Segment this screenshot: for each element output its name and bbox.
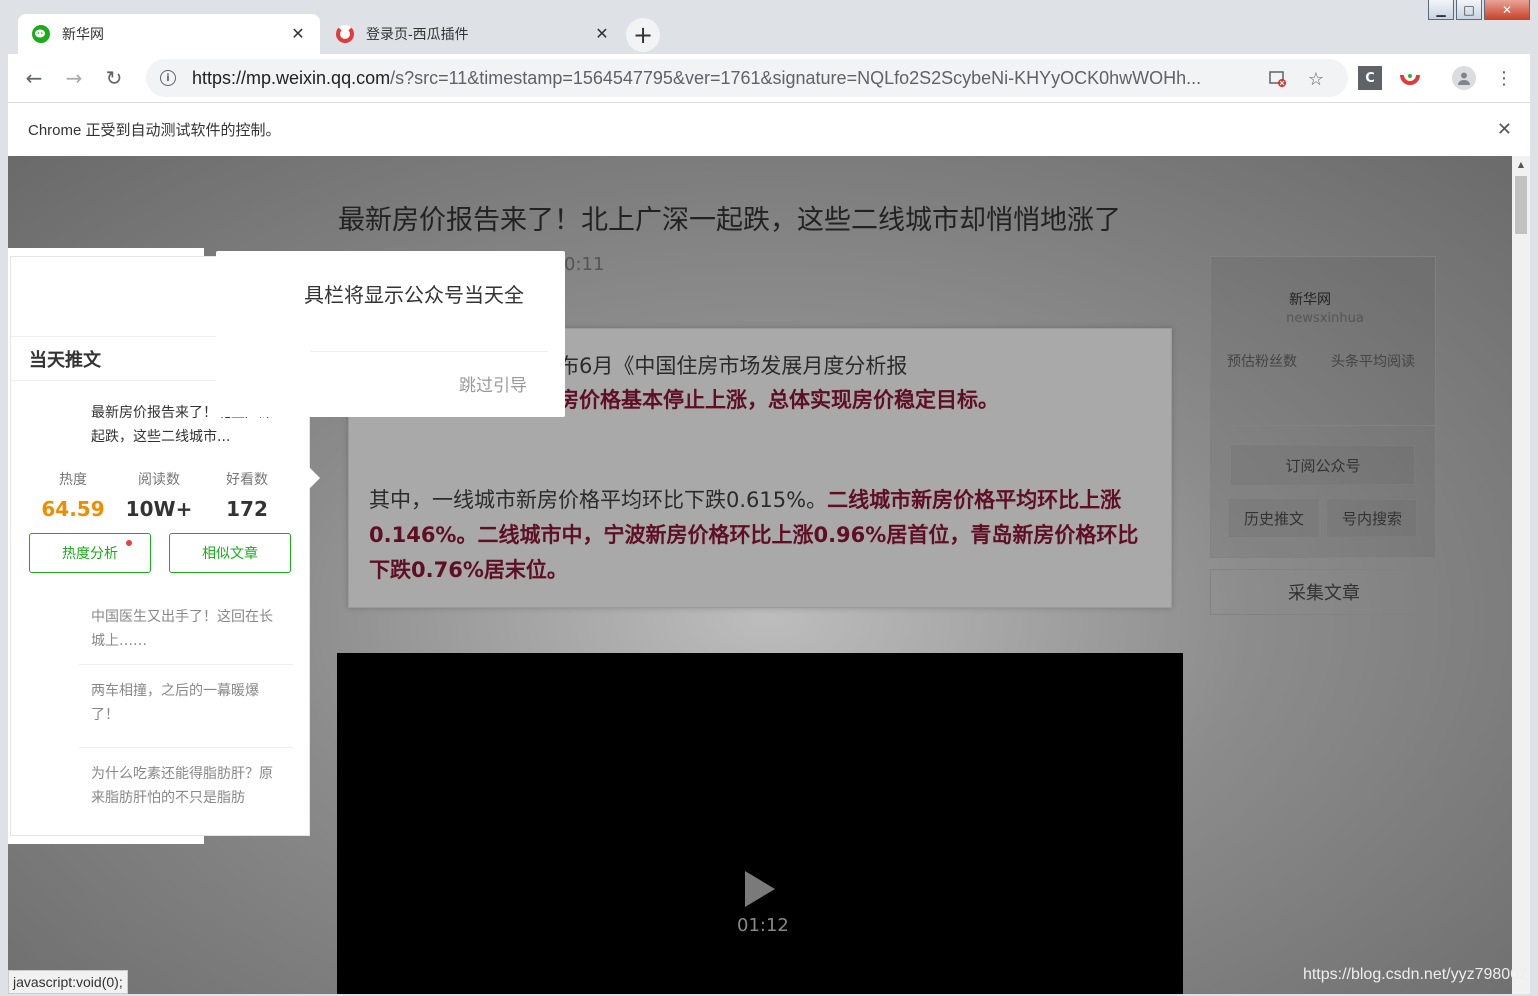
profile-avatar-icon[interactable] [1452, 66, 1476, 90]
automation-infobar: Chrome 正受到自动测试软件的控制。 ✕ [8, 102, 1530, 156]
forward-arrow-icon[interactable]: → [58, 62, 90, 94]
heat-analysis-button[interactable]: 热度分析 [29, 533, 151, 573]
list-item[interactable]: 两车相撞，之后的一幕暖爆了！ [79, 664, 293, 748]
back-arrow-icon[interactable]: ← [18, 62, 50, 94]
page-viewport: 最新房价报告来了！北上广深一起跌，这些二线城市却悄悄地涨了 0:11 院财经战略… [8, 156, 1530, 994]
list-item[interactable]: 中国医生又出手了！这回在长城上…… [79, 591, 293, 675]
infobar-close-icon[interactable]: ✕ [1497, 119, 1512, 140]
tab-xigua-login[interactable]: 登录页-西瓜插件 ✕ [322, 14, 624, 54]
avg-reads-label: 头条平均阅读 [1331, 354, 1415, 370]
scroll-up-icon[interactable]: ▲ [1512, 156, 1530, 172]
skip-guide-button[interactable]: 跳过引导 [459, 371, 527, 396]
watermark: https://blog.csdn.net/yyz798002 [1302, 966, 1528, 983]
page-scrollbar[interactable]: ▲ [1512, 156, 1530, 994]
tab-close-icon[interactable]: ✕ [290, 24, 306, 44]
divider [310, 351, 548, 352]
similar-articles-button[interactable]: 相似文章 [169, 533, 291, 573]
metric-likes: 好看数 172 [226, 472, 268, 521]
tab-strip: 新华网 ✕ 登录页-西瓜插件 ✕ + [8, 12, 1530, 54]
browser-window: ▁ □ ✕ 新华网 ✕ 登录页-西瓜插件 ✕ + ← → ↻ i https:/… [0, 0, 1538, 996]
tab-title: 新华网 [62, 26, 104, 42]
account-info-panel: 新华网 newsxinhua 预估粉丝数 头条平均阅读 订阅公众号 历史推文 号… [1210, 256, 1436, 558]
reload-icon[interactable]: ↻ [98, 62, 130, 94]
site-info-icon[interactable]: i [160, 70, 176, 86]
scrollbar-thumb[interactable] [1515, 176, 1527, 234]
panel-pointer [308, 466, 320, 490]
video-player[interactable]: 01:12 [337, 653, 1183, 994]
account-name: 新华网 [1289, 292, 1331, 308]
xigua-extension-icon[interactable] [1398, 66, 1422, 90]
list-item[interactable]: 为什么吃素还能得脂肪肝？原来脂肪肝怕的不只是脂肪 [79, 747, 293, 831]
article-title: 最新房价报告来了！北上广深一起跌，这些二线城市却悄悄地涨了 [338, 205, 1121, 236]
status-bar: javascript:void(0); [8, 970, 128, 994]
tab-close-icon[interactable]: ✕ [594, 24, 610, 44]
subscribe-button[interactable]: 订阅公众号 [1231, 445, 1415, 485]
bookmark-star-icon[interactable]: ☆ [1306, 69, 1326, 90]
video-duration: 01:12 [737, 915, 789, 936]
account-id: newsxinhua [1286, 311, 1364, 326]
article-paragraph-2: 其中，一线城市新房价格平均环比下跌0.615%。二线城市新房价格平均环比上涨0.… [369, 488, 1139, 582]
browser-toolbar: ← → ↻ i https://mp.weixin.qq.com/s?src=1… [8, 54, 1530, 102]
tab-title: 登录页-西瓜插件 [366, 26, 469, 42]
new-tab-button[interactable]: + [626, 18, 660, 52]
blocked-popup-icon[interactable] [1268, 69, 1288, 89]
url-text[interactable]: https://mp.weixin.qq.com/s?src=11&timest… [192, 68, 1258, 89]
metric-heat: 热度 64.59 [41, 472, 105, 521]
infobar-text: Chrome 正受到自动测试软件的控制。 [28, 122, 281, 139]
notification-dot [126, 540, 132, 546]
metric-reads: 阅读数 10W+ [125, 472, 193, 521]
divider [1211, 425, 1435, 426]
address-bar[interactable]: i https://mp.weixin.qq.com/s?src=11&time… [146, 59, 1348, 97]
collect-article-button[interactable]: 采集文章 [1210, 569, 1438, 615]
estimated-fans-label: 预估粉丝数 [1227, 354, 1297, 370]
xigua-icon [336, 25, 354, 43]
play-icon[interactable] [745, 871, 775, 907]
guide-text: 具栏将显示公众号当天全 [304, 283, 524, 307]
tab-xinhua[interactable]: 新华网 ✕ [18, 14, 320, 54]
guide-popup: 具栏将显示公众号当天全 跳过引导 [216, 251, 565, 417]
history-posts-button[interactable]: 历史推文 [1229, 499, 1319, 537]
extension-c-icon[interactable]: C [1358, 66, 1382, 90]
account-search-button[interactable]: 号内搜索 [1327, 499, 1417, 537]
article-time: 0:11 [564, 254, 605, 275]
wechat-icon [32, 25, 50, 43]
menu-kebab-icon[interactable]: ⋮ [1492, 66, 1516, 90]
